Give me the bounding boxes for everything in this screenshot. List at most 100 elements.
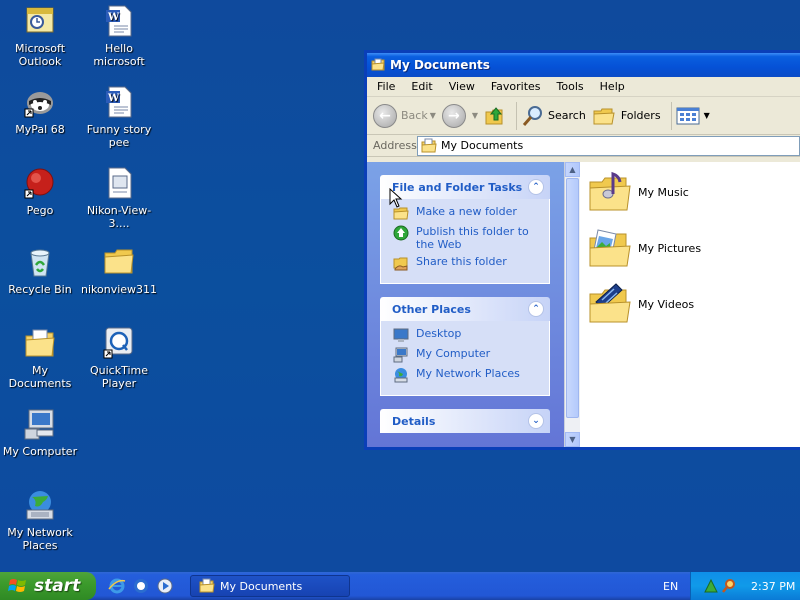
desktop-icon-label: Microsoft Outlook xyxy=(14,42,66,68)
desktop-icon-funny-story[interactable]: W Funny story pee xyxy=(79,85,159,149)
file-folder-tasks-header[interactable]: File and Folder Tasks ⌃ xyxy=(380,175,550,199)
back-button[interactable]: ← Back ▼ xyxy=(373,103,436,128)
desktop-icon-label: Pego xyxy=(26,204,54,217)
media-player-icon[interactable] xyxy=(156,577,174,595)
quick-launch xyxy=(108,577,180,595)
my-computer-icon xyxy=(393,347,408,363)
desktop-icon-nikon-view[interactable]: Nikon-View-3.... xyxy=(79,166,159,230)
expand-icon[interactable]: ⌄ xyxy=(528,413,544,429)
desktop-icon-label: My Computer xyxy=(2,445,78,458)
mouse-cursor-icon xyxy=(389,188,403,208)
chevron-down-icon[interactable]: ▼ xyxy=(704,111,710,120)
taskbar-button-my-documents[interactable]: My Documents xyxy=(190,575,350,597)
chevron-down-icon[interactable]: ▼ xyxy=(430,111,436,120)
menu-file[interactable]: File xyxy=(369,80,403,93)
desktop-icon-pego[interactable]: Pego xyxy=(0,166,80,217)
menu-tools[interactable]: Tools xyxy=(549,80,592,93)
menu-favorites[interactable]: Favorites xyxy=(483,80,549,93)
toolbar-separator xyxy=(516,101,518,130)
explorer-window[interactable]: My Documents File Edit View Favorites To… xyxy=(364,50,800,450)
address-input[interactable]: My Documents xyxy=(417,135,800,156)
desktop-icon-mypal[interactable]: MyPal 68 xyxy=(0,85,80,136)
desktop-icon-recycle-bin[interactable]: Recycle Bin xyxy=(0,245,80,296)
file-list: My Music My Pictures My Videos xyxy=(580,162,800,447)
place-desktop[interactable]: Desktop xyxy=(393,327,543,343)
menu-edit[interactable]: Edit xyxy=(403,80,440,93)
desktop-icon-network-places[interactable]: My Network Places xyxy=(0,488,80,552)
desktop-icon-label: QuickTime Player xyxy=(89,364,149,390)
file-label: My Videos xyxy=(638,297,695,311)
task-pane-scrollbar[interactable]: ▲ ▼ xyxy=(564,162,580,447)
document-icon xyxy=(102,166,136,200)
outlook-icon xyxy=(23,4,57,38)
my-documents-icon xyxy=(23,326,57,360)
collapse-icon[interactable]: ⌃ xyxy=(528,301,544,317)
folder-icon xyxy=(199,578,215,593)
desktop-icon-hello-microsoft[interactable]: W Hello microsoft xyxy=(79,4,159,68)
desktop-icon-my-computer[interactable]: My Computer xyxy=(0,407,80,458)
start-label: start xyxy=(34,576,81,596)
back-label: Back xyxy=(401,109,428,122)
desktop-icon-outlook[interactable]: Microsoft Outlook xyxy=(0,4,80,68)
panel-body: Desktop My Computer My Network Places xyxy=(380,321,550,396)
desktop-icon-label: Hello microsoft xyxy=(93,42,145,68)
desktop-icon-label: Recycle Bin xyxy=(8,283,72,296)
forward-arrow-icon: → xyxy=(441,103,466,128)
tray-app-icon[interactable] xyxy=(703,578,719,594)
toolbar: ← Back ▼ → ▼ Search Folders ▼ xyxy=(367,97,800,135)
scroll-up-icon[interactable]: ▲ xyxy=(565,162,580,177)
address-value: My Documents xyxy=(441,139,524,152)
collapse-icon[interactable]: ⌃ xyxy=(528,179,544,195)
back-arrow-icon: ← xyxy=(373,103,397,128)
folder-my-music[interactable]: My Music xyxy=(586,168,689,216)
desktop-icon-nikonview311[interactable]: nikonview311 xyxy=(79,245,159,296)
menu-help[interactable]: Help xyxy=(592,80,633,93)
menu-view[interactable]: View xyxy=(441,80,483,93)
title-bar[interactable]: My Documents xyxy=(367,53,800,77)
other-places-panel: Other Places ⌃ Desktop My Computer My Ne… xyxy=(380,297,550,396)
folders-button[interactable]: Folders xyxy=(592,104,661,128)
task-make-new-folder[interactable]: Make a new folder xyxy=(393,205,543,221)
outlook-express-icon[interactable] xyxy=(132,577,150,595)
desktop-icon-label: nikonview311 xyxy=(81,283,158,296)
desktop-icon-label: Funny story pee xyxy=(86,123,152,149)
window-title: My Documents xyxy=(390,58,490,72)
chevron-down-icon[interactable]: ▼ xyxy=(472,111,478,120)
language-indicator[interactable]: EN xyxy=(663,580,678,593)
views-icon xyxy=(676,107,700,124)
place-network[interactable]: My Network Places xyxy=(393,367,543,383)
folder-up-icon xyxy=(485,106,503,124)
scrollbar-thumb[interactable] xyxy=(566,178,579,418)
place-my-computer[interactable]: My Computer xyxy=(393,347,543,363)
clock[interactable]: 2:37 PM xyxy=(751,580,795,593)
up-button[interactable] xyxy=(484,105,506,127)
mypal-icon xyxy=(23,85,57,119)
internet-explorer-icon[interactable] xyxy=(108,577,126,595)
panel-title: Details xyxy=(392,414,436,428)
music-folder-icon xyxy=(589,171,631,211)
folders-label: Folders xyxy=(620,109,661,122)
scroll-down-icon[interactable]: ▼ xyxy=(565,432,580,447)
toolbar-separator xyxy=(670,101,672,130)
file-label: My Music xyxy=(638,185,689,199)
task-share-folder[interactable]: Share this folder xyxy=(393,255,543,271)
views-button[interactable]: ▼ xyxy=(676,106,710,126)
folder-icon xyxy=(102,245,136,279)
other-places-header[interactable]: Other Places ⌃ xyxy=(380,297,550,321)
pego-icon xyxy=(23,166,57,200)
folder-my-videos[interactable]: My Videos xyxy=(586,280,694,328)
taskbar: start My Documents EN 2:37 PM xyxy=(0,572,800,600)
start-button[interactable]: start xyxy=(0,572,96,600)
task-publish-folder[interactable]: Publish this folder to the Web xyxy=(393,225,543,251)
desktop-icon-quicktime[interactable]: QuickTime Player xyxy=(79,326,159,390)
desktop-icon-label: My Documents xyxy=(8,364,72,390)
forward-button[interactable]: → ▼ xyxy=(441,103,478,128)
quicktime-icon xyxy=(102,326,136,360)
network-icon xyxy=(23,488,57,522)
folder-my-pictures[interactable]: My Pictures xyxy=(586,224,701,272)
address-label: Address xyxy=(373,139,417,152)
search-button[interactable]: Search xyxy=(521,104,586,128)
tray-search-icon[interactable] xyxy=(721,578,737,594)
desktop-icon-my-documents[interactable]: My Documents xyxy=(0,326,80,390)
details-header[interactable]: Details ⌄ xyxy=(380,409,550,433)
